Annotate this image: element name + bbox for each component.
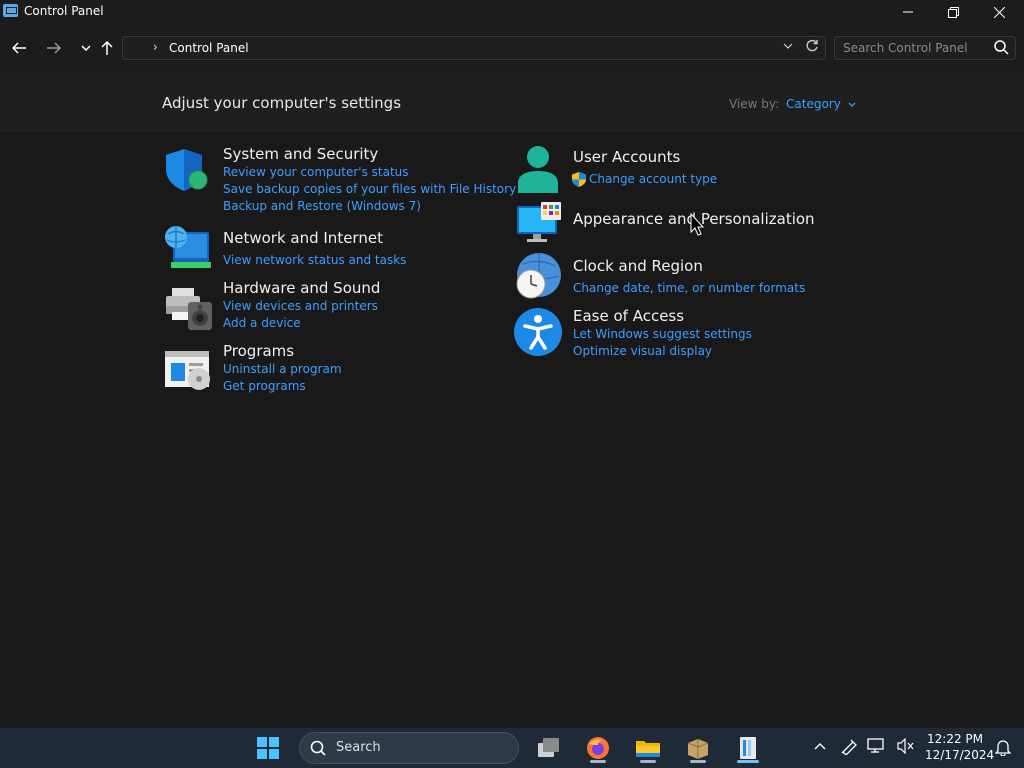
page-title: Adjust your computer's settings xyxy=(162,94,402,112)
title-bar: Control Panel xyxy=(0,0,1024,24)
pen-icon xyxy=(841,739,857,756)
restore-icon xyxy=(947,6,959,18)
notifications-button[interactable] xyxy=(994,738,1012,760)
running-indicator xyxy=(590,760,606,763)
restore-button[interactable] xyxy=(930,0,976,24)
mouse-cursor-icon xyxy=(690,213,704,236)
taskbar-search-box[interactable]: Search xyxy=(299,732,519,764)
window-title: Control Panel xyxy=(24,4,104,18)
package-box-icon xyxy=(687,739,709,759)
forward-arrow-icon xyxy=(47,42,61,54)
category-system-and-security[interactable]: System and Security xyxy=(223,145,378,163)
taskbar-search-label[interactable]: Search xyxy=(336,740,381,755)
address-bar[interactable]: › Control Panel xyxy=(122,36,826,60)
up-arrow-icon xyxy=(101,41,113,55)
link-change-account-type[interactable]: Change account type xyxy=(589,172,717,186)
link-devices-printers[interactable]: View devices and printers xyxy=(223,299,378,313)
file-explorer-taskbar-button[interactable] xyxy=(630,732,666,764)
back-button[interactable] xyxy=(7,36,31,60)
close-button[interactable] xyxy=(976,0,1022,24)
search-icon[interactable] xyxy=(994,40,1009,59)
link-uninstall-program[interactable]: Uninstall a program xyxy=(223,362,342,376)
up-button[interactable] xyxy=(95,36,119,60)
speaker-muted-icon xyxy=(897,737,914,755)
content-header: Adjust your computer's settings View by:… xyxy=(0,72,1024,132)
task-view-button[interactable] xyxy=(530,732,566,764)
category-user-accounts[interactable]: User Accounts xyxy=(573,148,680,166)
link-add-device[interactable]: Add a device xyxy=(223,316,301,330)
clock-date[interactable]: 12/17/2024 xyxy=(925,747,994,763)
show-hidden-icons-button[interactable] xyxy=(814,738,826,754)
taskbar: Search 12:22 PM 12/17/2024 xyxy=(0,728,1024,768)
chevron-down-icon xyxy=(848,102,856,107)
view-by-label: View by: xyxy=(729,97,780,111)
folder-icon xyxy=(636,741,660,757)
breadcrumb-chevron-icon[interactable]: › xyxy=(153,40,158,54)
link-optimize-visual-display[interactable]: Optimize visual display xyxy=(573,344,712,358)
category-network-and-internet[interactable]: Network and Internet xyxy=(223,229,383,247)
control-panel-icon xyxy=(740,737,756,759)
firefox-icon xyxy=(587,737,609,759)
windows-start-icon[interactable] xyxy=(257,737,279,759)
control-panel-taskbar-button[interactable] xyxy=(730,732,766,764)
link-get-programs[interactable]: Get programs xyxy=(223,379,306,393)
user-accounts-icon[interactable] xyxy=(516,145,562,195)
printer-speaker-icon[interactable] xyxy=(164,286,214,332)
address-dropdown-button[interactable] xyxy=(783,41,793,52)
network-globe-icon[interactable] xyxy=(163,224,211,272)
chevron-down-icon xyxy=(783,43,793,49)
link-file-history[interactable]: Save backup copies of your files with Fi… xyxy=(223,182,516,196)
firefox-taskbar-button[interactable] xyxy=(580,732,616,764)
archive-app-taskbar-button[interactable] xyxy=(680,732,716,764)
chevron-up-icon xyxy=(814,743,826,750)
search-box[interactable]: Search Control Panel xyxy=(834,36,1016,60)
running-indicator xyxy=(690,760,706,763)
navigation-toolbar: › Control Panel Search Control Panel xyxy=(0,24,1024,72)
close-icon xyxy=(993,6,1005,18)
clock-globe-icon[interactable] xyxy=(513,252,563,302)
appearance-monitor-icon[interactable] xyxy=(515,202,563,244)
running-indicator xyxy=(640,760,656,763)
category-ease-of-access[interactable]: Ease of Access xyxy=(573,307,684,325)
control-panel-app-icon xyxy=(3,4,18,17)
category-programs[interactable]: Programs xyxy=(223,342,294,360)
volume-tray-button[interactable] xyxy=(897,737,915,758)
link-windows-suggest-settings[interactable]: Let Windows suggest settings xyxy=(573,327,752,341)
refresh-button[interactable] xyxy=(805,39,819,57)
link-backup-restore[interactable]: Backup and Restore (Windows 7) xyxy=(223,199,421,213)
link-network-status[interactable]: View network status and tasks xyxy=(223,253,406,267)
network-monitor-icon xyxy=(867,738,884,753)
link-date-time-formats[interactable]: Change date, time, or number formats xyxy=(573,281,805,295)
view-by-dropdown[interactable]: Category xyxy=(786,97,856,111)
category-hardware-and-sound[interactable]: Hardware and Sound xyxy=(223,279,380,297)
programs-icon[interactable] xyxy=(163,347,213,393)
task-view-icon xyxy=(538,738,559,757)
minimize-icon xyxy=(903,11,913,13)
uac-shield-icon xyxy=(572,172,586,187)
pen-menu-button[interactable] xyxy=(840,737,858,759)
search-placeholder[interactable]: Search Control Panel xyxy=(843,41,968,55)
refresh-icon xyxy=(806,39,818,52)
active-indicator xyxy=(737,760,759,763)
taskbar-clock[interactable]: 12:22 PM 12/17/2024 xyxy=(925,731,994,763)
forward-button[interactable] xyxy=(42,36,66,60)
breadcrumb-control-panel[interactable]: Control Panel xyxy=(169,41,249,55)
shield-icon[interactable] xyxy=(164,147,210,193)
network-tray-button[interactable] xyxy=(867,738,885,758)
back-arrow-icon xyxy=(12,42,26,54)
minimize-button[interactable] xyxy=(885,0,931,24)
search-icon xyxy=(310,740,326,756)
view-by-value[interactable]: Category xyxy=(786,97,841,111)
chevron-down-icon xyxy=(81,45,91,51)
bell-icon xyxy=(994,740,1012,757)
link-review-status[interactable]: Review your computer's status xyxy=(223,165,409,179)
clock-time[interactable]: 12:22 PM xyxy=(925,731,985,747)
accessibility-icon[interactable] xyxy=(513,308,563,358)
category-clock-and-region[interactable]: Clock and Region xyxy=(573,257,703,275)
